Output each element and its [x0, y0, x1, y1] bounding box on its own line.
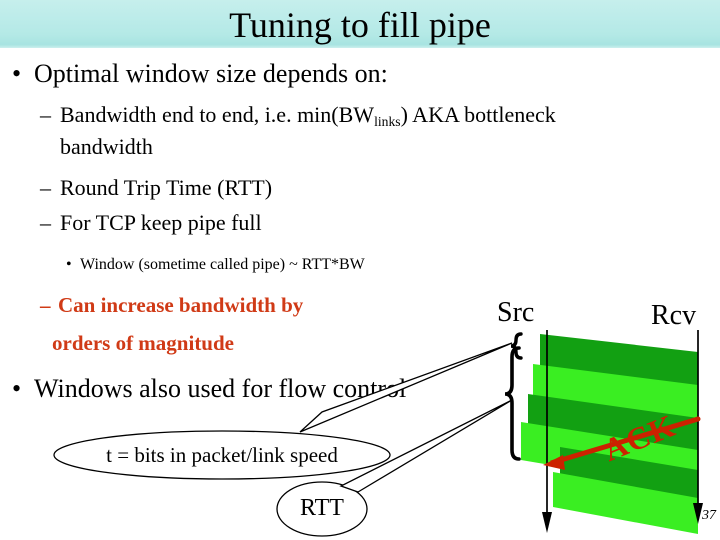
bullet-flow-control: • Windows also used for flow control [12, 373, 406, 404]
brace-packet-time [510, 332, 523, 360]
dash-marker-icon: – [40, 102, 51, 127]
src-timeline [542, 330, 552, 533]
src-label: Src [497, 297, 535, 328]
packet-band-dark-1 [540, 334, 698, 389]
bullet-bandwidth-post: ) AKA bottleneck [400, 102, 556, 127]
bullet-orders-magnitude-label: orders of magnitude [52, 331, 234, 355]
dash-marker-icon: – [40, 293, 51, 317]
bullet-marker-icon: • [66, 256, 72, 273]
bullet-rtt: – Round Trip Time (RTT) [40, 174, 272, 201]
callout-rtt-label: RTT [300, 495, 344, 521]
bullet-bandwidth: – Bandwidth end to end, i.e. min(BWlinks)… [40, 101, 556, 128]
bullet-marker-icon: • [12, 374, 22, 403]
bullet-tcp-pipe: – For TCP keep pipe full [40, 209, 262, 236]
rcv-label: Rcv [651, 300, 697, 331]
callout-packet-time-label: t = bits in packet/link speed [106, 443, 338, 467]
bullet-bandwidth-cont-label: bandwidth [60, 134, 153, 159]
bullet-bandwidth-pre: Bandwidth end to end, i.e. min(BW [60, 102, 375, 127]
bullet-flow-control-label: Windows also used for flow control [34, 374, 407, 403]
bullet-tcp-pipe-label: For TCP keep pipe full [60, 210, 262, 235]
brace-rtt [504, 346, 521, 461]
bullet-optimal-window: • Optimal window size depends on: [12, 58, 388, 89]
page-title: Tuning to fill pipe [229, 5, 491, 45]
bullet-bandwidth-subscript: links [374, 114, 401, 130]
bullet-increase-bandwidth-label: Can increase bandwidth by [58, 293, 304, 317]
packet-band-bright-1 [533, 364, 698, 424]
page-number: 37 [702, 508, 716, 523]
dash-marker-icon: – [40, 210, 51, 235]
bullet-optimal-window-label: Optimal window size depends on: [34, 59, 388, 88]
bullet-increase-bandwidth: – Can increase bandwidth by [40, 292, 303, 318]
dash-marker-icon: – [40, 175, 51, 200]
bullet-window-pipe-label: Window (sometime called pipe) ~ RTT*BW [80, 256, 365, 273]
packet-band-bright-3 [553, 472, 698, 534]
bullet-marker-icon: • [12, 59, 22, 88]
ack-label: ACK [598, 406, 681, 469]
bullet-bandwidth-cont: bandwidth [40, 133, 153, 160]
slide-canvas: Tuning to fill pipe • Optimal window size… [0, 0, 720, 540]
bullet-window-pipe: • Window (sometime called pipe) ~ RTT*BW [66, 255, 365, 275]
bullet-orders-magnitude: orders of magnitude [52, 330, 234, 356]
rcv-timeline [693, 330, 703, 524]
bullet-rtt-label: Round Trip Time (RTT) [60, 175, 273, 200]
